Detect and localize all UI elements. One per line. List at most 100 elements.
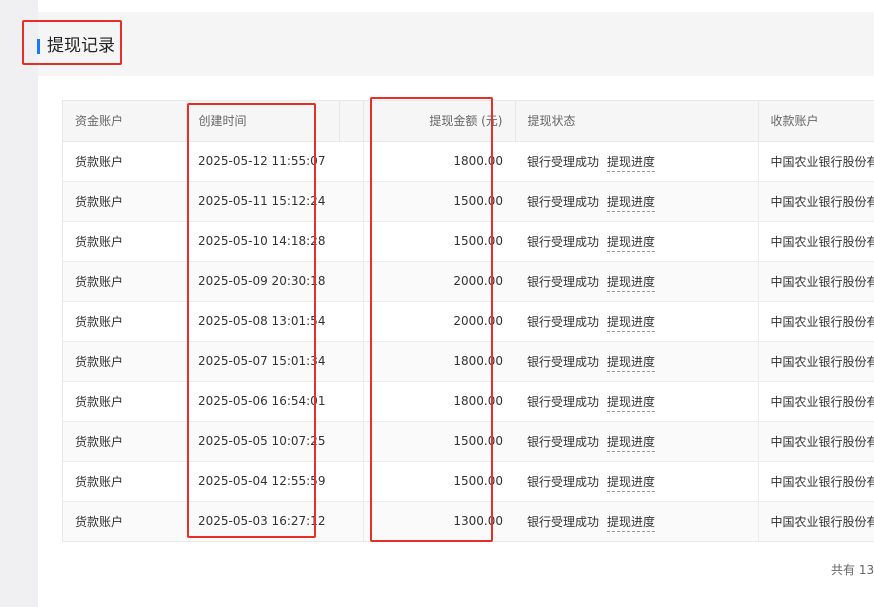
left-sidebar-strip [0, 0, 38, 607]
cell-amount: 1500.00 [363, 421, 515, 462]
status-text: 银行受理成功 [527, 274, 600, 289]
cell-spacer [339, 501, 364, 541]
table-row: 货款账户 2025-05-08 13:01:54 2000.00 银行受理成功 提现进度… [63, 301, 874, 342]
cell-account: 货款账户 [63, 181, 186, 222]
table-row: 货款账户 2025-05-04 12:55:59 1500.00 银行受理成功 提现进度… [63, 461, 874, 502]
column-header-amount[interactable]: 提现金额 (元) [363, 101, 516, 142]
cell-account: 货款账户 [63, 301, 186, 342]
status-text: 银行受理成功 [527, 234, 600, 249]
cell-account: 货款账户 [63, 501, 186, 541]
cell-amount: 1500.00 [363, 181, 515, 222]
table-row: 货款账户 2025-05-09 20:30:18 2000.00 银行受理成功 提现进度… [63, 261, 874, 302]
status-text: 银行受理成功 [527, 154, 600, 169]
cell-status: 银行受理成功 提现进度 [515, 381, 759, 422]
cell-created-time: 2025-05-05 10:07:25 [186, 421, 339, 462]
cell-created-time: 2025-05-10 14:18:28 [186, 221, 339, 262]
cell-status: 银行受理成功 提现进度 [515, 461, 759, 502]
status-text: 银行受理成功 [527, 314, 600, 329]
cell-amount: 1800.00 [363, 141, 515, 182]
cell-status: 银行受理成功 提现进度 [515, 301, 759, 342]
cell-status: 银行受理成功 提现进度 [515, 341, 759, 382]
status-text: 银行受理成功 [527, 394, 600, 409]
cell-spacer [339, 301, 364, 342]
cell-spacer [339, 261, 364, 302]
column-spacer [339, 101, 364, 142]
cell-spacer [339, 421, 364, 462]
status-text: 银行受理成功 [527, 474, 600, 489]
table-row: 货款账户 2025-05-05 10:07:25 1500.00 银行受理成功 提现进度… [63, 421, 874, 462]
cell-status: 银行受理成功 提现进度 [515, 221, 759, 262]
cell-spacer [339, 221, 364, 262]
cell-status: 银行受理成功 提现进度 [515, 421, 759, 462]
cell-receiving-account: 中国农业银行股份有限公司 [758, 461, 874, 502]
cell-amount: 2000.00 [363, 301, 515, 342]
status-text: 银行受理成功 [527, 434, 600, 449]
cell-created-time: 2025-05-06 16:54:01 [186, 381, 339, 422]
status-text: 银行受理成功 [527, 194, 600, 209]
cell-amount: 2000.00 [363, 261, 515, 302]
table-row: 货款账户 2025-05-03 16:27:12 1300.00 银行受理成功 提现进度… [63, 501, 874, 541]
cell-status: 银行受理成功 提现进度 [515, 181, 759, 222]
cell-spacer [339, 461, 364, 502]
cell-amount: 1500.00 [363, 221, 515, 262]
status-text: 银行受理成功 [527, 514, 600, 529]
withdrawal-progress-link[interactable]: 提现进度 [607, 354, 656, 372]
withdrawal-progress-link[interactable]: 提现进度 [607, 434, 656, 452]
cell-receiving-account: 中国农业银行股份有限公司 [758, 421, 874, 462]
table-row: 货款账户 2025-05-07 15:01:34 1800.00 银行受理成功 提现进度… [63, 341, 874, 382]
withdrawal-progress-link[interactable]: 提现进度 [607, 474, 656, 492]
cell-amount: 1800.00 [363, 381, 515, 422]
cell-receiving-account: 中国农业银行股份有限公司 [758, 261, 874, 302]
withdrawal-progress-link[interactable]: 提现进度 [607, 274, 656, 292]
withdrawal-progress-link[interactable]: 提现进度 [607, 194, 656, 212]
cell-receiving-account: 中国农业银行股份有限公司 [758, 221, 874, 262]
table-row: 货款账户 2025-05-12 11:55:07 1800.00 银行受理成功 提现进度… [63, 141, 874, 182]
cell-created-time: 2025-05-09 20:30:18 [186, 261, 339, 302]
cell-created-time: 2025-05-11 15:12:24 [186, 181, 339, 222]
table-row: 货款账户 2025-05-11 15:12:24 1500.00 银行受理成功 提现进度… [63, 181, 874, 222]
cell-account: 货款账户 [63, 221, 186, 262]
cell-account: 货款账户 [63, 341, 186, 382]
cell-created-time: 2025-05-04 12:55:59 [186, 461, 339, 502]
withdrawal-table: 资金账户 创建时间 提现金额 (元) 提现状态 收款账户 货款账户 2025-05… [62, 100, 874, 542]
table-row: 货款账户 2025-05-06 16:54:01 1800.00 银行受理成功 提现进度… [63, 381, 874, 422]
withdrawal-progress-link[interactable]: 提现进度 [607, 394, 656, 412]
cell-status: 银行受理成功 提现进度 [515, 501, 759, 541]
cell-spacer [339, 181, 364, 222]
cell-account: 货款账户 [63, 141, 186, 182]
cell-created-time: 2025-05-07 15:01:34 [186, 341, 339, 382]
cell-receiving-account: 中国农业银行股份有限公司 [758, 381, 874, 422]
cell-account: 货款账户 [63, 461, 186, 502]
table-header-row: 资金账户 创建时间 提现金额 (元) 提现状态 收款账户 [63, 101, 874, 142]
header-panel [38, 12, 874, 76]
cell-spacer [339, 381, 364, 422]
withdrawal-progress-link[interactable]: 提现进度 [607, 514, 656, 532]
withdrawal-progress-link[interactable]: 提现进度 [607, 314, 656, 332]
column-header-receiving-account[interactable]: 收款账户 [758, 101, 874, 142]
cell-receiving-account: 中国农业银行股份有限公司 [758, 181, 874, 222]
pagination-total: 共有 13 [831, 563, 874, 577]
withdrawal-progress-link[interactable]: 提现进度 [607, 234, 656, 252]
table-row: 货款账户 2025-05-10 14:18:28 1500.00 银行受理成功 提现进度… [63, 221, 874, 262]
cell-spacer [339, 341, 364, 382]
cell-amount: 1300.00 [363, 501, 515, 541]
column-header-status[interactable]: 提现状态 [515, 101, 759, 142]
column-header-account[interactable]: 资金账户 [63, 101, 187, 142]
cell-status: 银行受理成功 提现进度 [515, 261, 759, 302]
status-text: 银行受理成功 [527, 354, 600, 369]
cell-account: 货款账户 [63, 421, 186, 462]
title-highlight-box [22, 20, 122, 65]
cell-amount: 1500.00 [363, 461, 515, 502]
cell-receiving-account: 中国农业银行股份有限公司 [758, 141, 874, 182]
cell-account: 货款账户 [63, 381, 186, 422]
cell-created-time: 2025-05-12 11:55:07 [186, 141, 339, 182]
cell-created-time: 2025-05-03 16:27:12 [186, 501, 339, 541]
cell-account: 货款账户 [63, 261, 186, 302]
cell-spacer [339, 141, 364, 182]
cell-receiving-account: 中国农业银行股份有限公司 [758, 501, 874, 541]
cell-created-time: 2025-05-08 13:01:54 [186, 301, 339, 342]
cell-receiving-account: 中国农业银行股份有限公司 [758, 341, 874, 382]
withdrawal-progress-link[interactable]: 提现进度 [607, 154, 656, 172]
cell-status: 银行受理成功 提现进度 [515, 141, 759, 182]
column-header-created-time[interactable]: 创建时间 [186, 101, 340, 142]
